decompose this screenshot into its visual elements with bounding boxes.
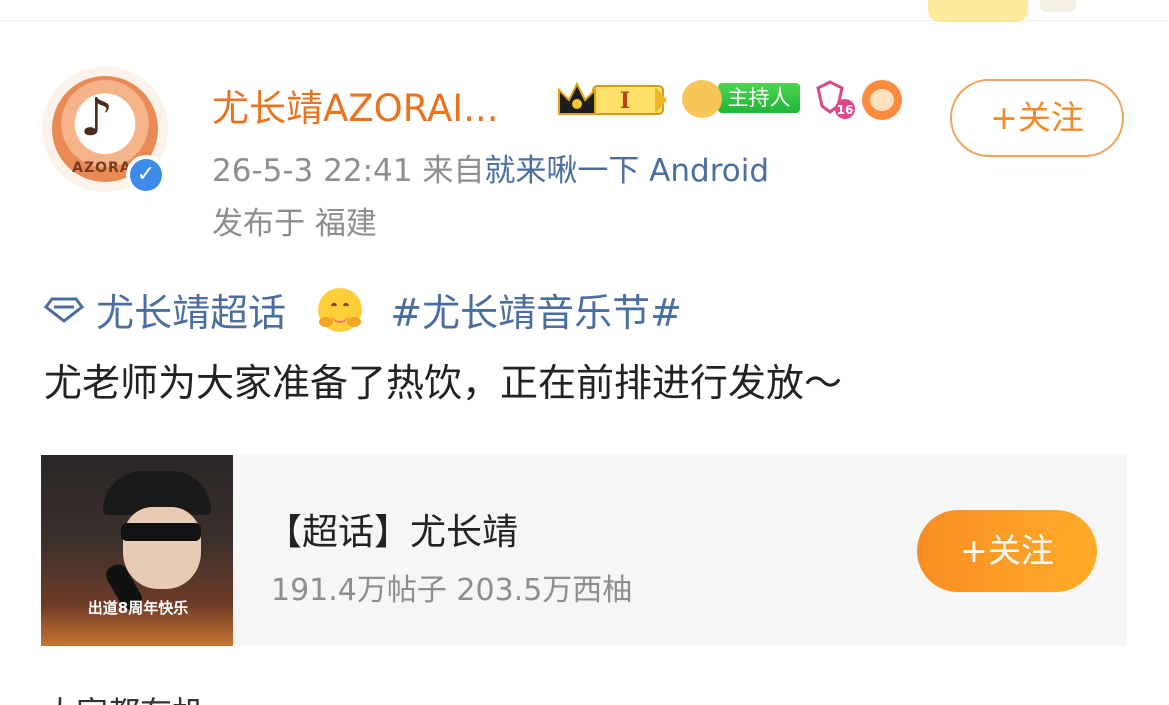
post-text: 尤老师为大家准备了热饮，正在前排进行发放～ — [44, 361, 843, 405]
weibo-post-screen: ♪ AZORAI ✓ 尤长靖AZORAI... I 主持人 16 +关注 26-… — [0, 0, 1169, 705]
supertopic-diamond-icon — [44, 297, 84, 323]
username[interactable]: 尤长靖AZORAI... — [212, 78, 499, 132]
post-meta: 26-5-3 22:41 来自就来啾一下 Android — [212, 145, 769, 190]
sun-face — [870, 89, 894, 111]
truncated-next-line: 大家都有机 — [44, 688, 204, 705]
post-location: 发布于 福建 — [212, 206, 377, 242]
sun-badge-icon[interactable] — [862, 80, 902, 120]
sunglasses-shape — [121, 523, 201, 541]
card-stats: 191.4万帖子 203.5万西柚 — [271, 573, 633, 608]
heart-badge-number: 16 — [837, 103, 854, 117]
music-note-icon: ♪ — [80, 88, 114, 148]
hashtag-link[interactable]: #尤长靖音乐节# — [390, 291, 682, 335]
heart-16-icon[interactable]: 16 — [812, 80, 856, 120]
topic-line: 尤长靖超话 #尤长靖音乐节# — [44, 282, 682, 335]
supertopic-card[interactable]: 出道8周年快乐 【超话】尤长靖 191.4万帖子 203.5万西柚 +关注 — [41, 455, 1127, 646]
bear-icon — [682, 80, 722, 118]
post-time: 26-5-3 22:41 — [212, 153, 413, 189]
host-badge-icon[interactable]: 主持人 — [682, 80, 802, 118]
image-banner-text: 出道8周年快乐 — [87, 599, 189, 617]
decoration — [928, 0, 1028, 22]
crown-level-icon[interactable]: I — [555, 80, 669, 120]
supertopic-link[interactable]: 尤长靖超话 — [96, 291, 286, 335]
verified-icon: ✓ — [126, 155, 166, 195]
level-text: I — [620, 88, 630, 114]
face-shape — [123, 507, 201, 589]
supertopic-card-image: 出道8周年快乐 — [41, 455, 233, 646]
source-prefix: 来自 — [422, 153, 485, 189]
verified-check-icon: ✓ — [130, 159, 162, 191]
host-badge-label: 主持人 — [718, 83, 800, 113]
follow-button[interactable]: +关注 — [950, 79, 1124, 157]
post-source-link[interactable]: 就来啾一下 Android — [484, 153, 769, 189]
card-follow-button[interactable]: +关注 — [917, 510, 1097, 592]
hug-emoji-icon — [318, 287, 363, 332]
card-title: 【超话】尤长靖 — [266, 512, 519, 553]
decoration — [1040, 0, 1076, 12]
